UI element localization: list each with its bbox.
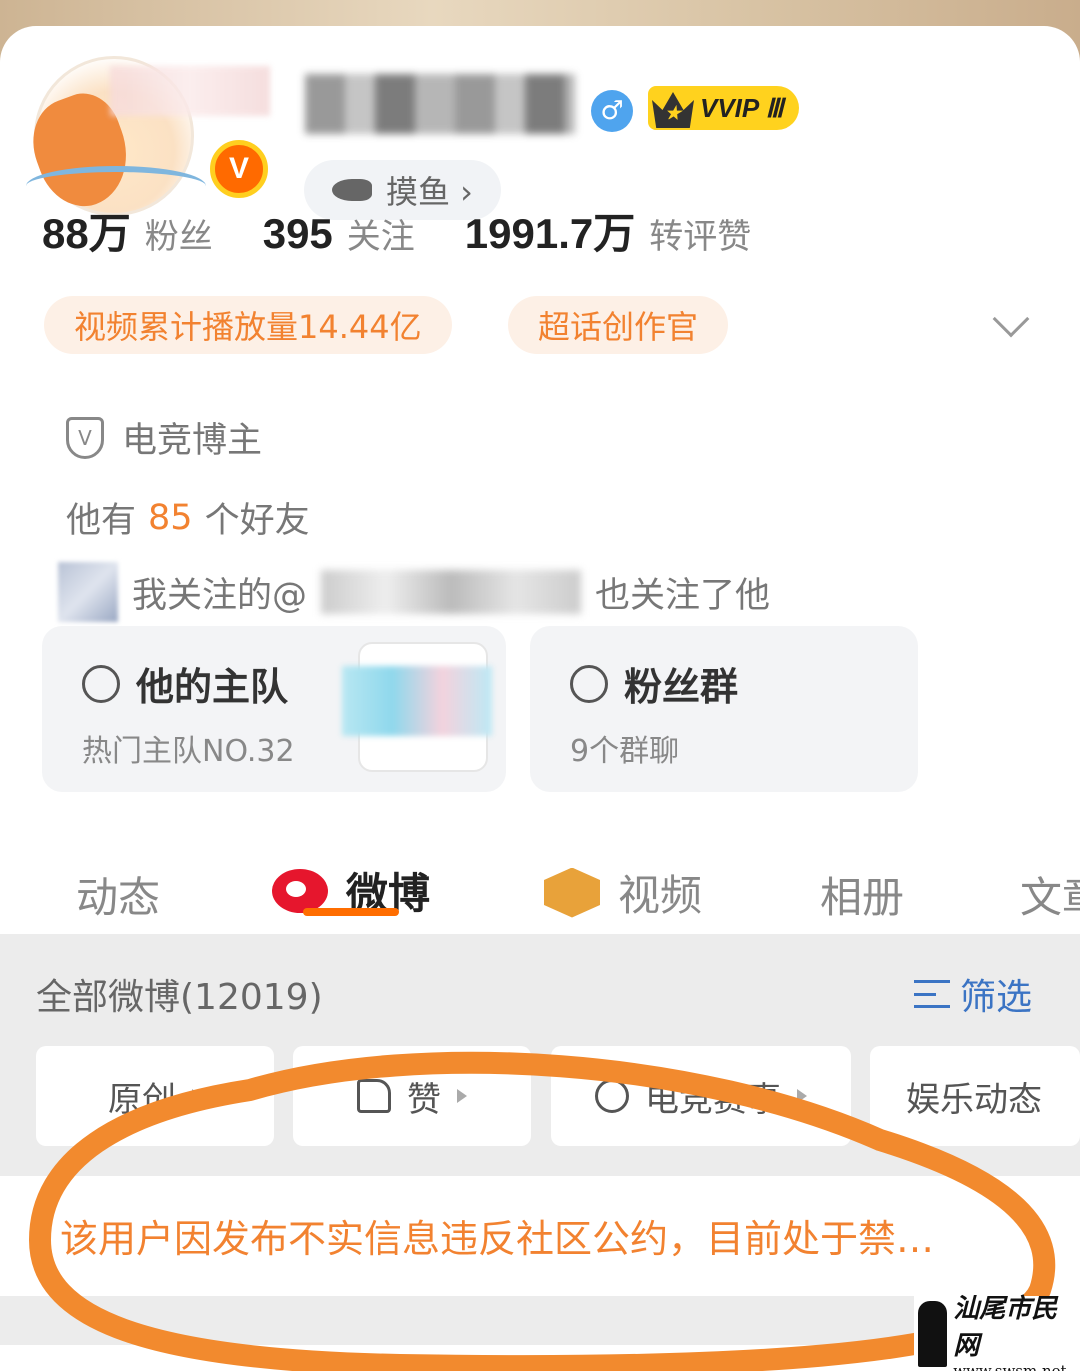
category-label: 电竞博主 xyxy=(122,421,263,461)
tab-video[interactable]: 视频 xyxy=(544,862,702,923)
blurred-mutual-name xyxy=(321,570,582,614)
mutual-prefix: 我关注的@ xyxy=(132,575,308,616)
fan-group-card[interactable]: 粉丝群 9个群聊 xyxy=(530,626,918,792)
triangle-right-icon xyxy=(457,1089,467,1103)
followers-label[interactable]: 粉丝 xyxy=(145,209,213,258)
team-icon xyxy=(82,664,120,703)
tab-album[interactable]: 相册 xyxy=(820,864,904,925)
following-count[interactable]: 395 xyxy=(263,210,333,258)
friends-suffix: 个好友 xyxy=(204,501,310,541)
triangle-right-icon xyxy=(797,1089,807,1103)
figure-silhouette-icon xyxy=(918,1300,948,1367)
super-topic-badge[interactable]: 超话创作官 xyxy=(508,296,729,354)
mutual-avatar xyxy=(58,562,118,622)
profile-tabs: 动态 微博 视频 相册 文章 xyxy=(0,830,1080,934)
watermark-name: 汕尾市民网 xyxy=(953,1293,1058,1361)
main-team-card[interactable]: 他的主队 热门主队NO.32 xyxy=(42,626,506,792)
fish-icon xyxy=(332,179,372,201)
thumbs-up-icon xyxy=(357,1079,391,1113)
ban-notice-text: 该用户因发布不实信息违反社区公约，目前处于禁… xyxy=(60,1217,935,1261)
tab-dynamic[interactable]: 动态 xyxy=(76,864,160,925)
tab-article[interactable]: 文章 xyxy=(1020,864,1080,925)
following-label[interactable]: 关注 xyxy=(347,209,415,258)
weibo-logo-icon xyxy=(272,868,328,913)
site-watermark: 汕尾市民网 www.swsm.net xyxy=(914,1294,1080,1371)
vvip-badge[interactable]: ★ VVIP Ⅲ xyxy=(648,86,800,130)
engagement-count: 1991.7万 xyxy=(464,210,636,257)
shield-icon: V xyxy=(66,416,104,459)
category-row: V 电竞博主 xyxy=(66,412,262,463)
male-gender-icon: ♂ xyxy=(591,90,633,132)
triangle-right-icon xyxy=(192,1089,202,1103)
filter-icon xyxy=(914,980,950,1008)
blurred-team-logo xyxy=(342,666,492,736)
friends-count: 85 xyxy=(148,497,193,538)
followers-count[interactable]: 88万 xyxy=(42,200,131,261)
watermark-url: www.swsm.net xyxy=(953,1361,1067,1371)
layers-icon xyxy=(595,1079,629,1113)
crown-icon: ★ xyxy=(652,92,694,128)
all-weibo-count[interactable]: 全部微博(12019) xyxy=(36,968,323,1020)
chip-original[interactable]: 原创 xyxy=(36,1046,274,1146)
chip-esports[interactable]: 电竞赛事 xyxy=(551,1046,851,1146)
team-rank: 热门主队NO.32 xyxy=(82,734,295,769)
filter-button[interactable]: 筛选 xyxy=(914,968,1032,1020)
team-title: 他的主队 xyxy=(136,665,289,709)
video-plays-badge[interactable]: 视频累计播放量14.44亿 xyxy=(44,296,452,354)
vvip-label: VVIP Ⅲ xyxy=(700,92,784,123)
fan-group-title: 粉丝群 xyxy=(624,665,739,709)
fan-group-count: 9个群聊 xyxy=(570,734,680,769)
mutual-suffix: 也关注了他 xyxy=(595,575,771,616)
blurred-username-fragment xyxy=(110,66,270,116)
friends-prefix: 他有 xyxy=(66,501,137,541)
blurred-username xyxy=(305,74,575,134)
group-icon xyxy=(570,664,608,703)
mutual-follow-row[interactable]: 我关注的@ 也关注了他 xyxy=(58,562,770,622)
chip-entertainment[interactable]: 娱乐动态 xyxy=(870,1046,1080,1146)
active-tab-indicator xyxy=(303,908,399,916)
chip-liked[interactable]: 赞 xyxy=(293,1046,531,1146)
verified-badge-icon: V xyxy=(210,140,268,198)
video-play-icon xyxy=(544,867,600,918)
engagement-label: 转评赞 xyxy=(649,217,752,257)
profile-stats: 88万 粉丝 395 关注 1991.7万 转评赞 xyxy=(42,200,801,261)
friends-row[interactable]: 他有 85 个好友 xyxy=(66,492,310,543)
